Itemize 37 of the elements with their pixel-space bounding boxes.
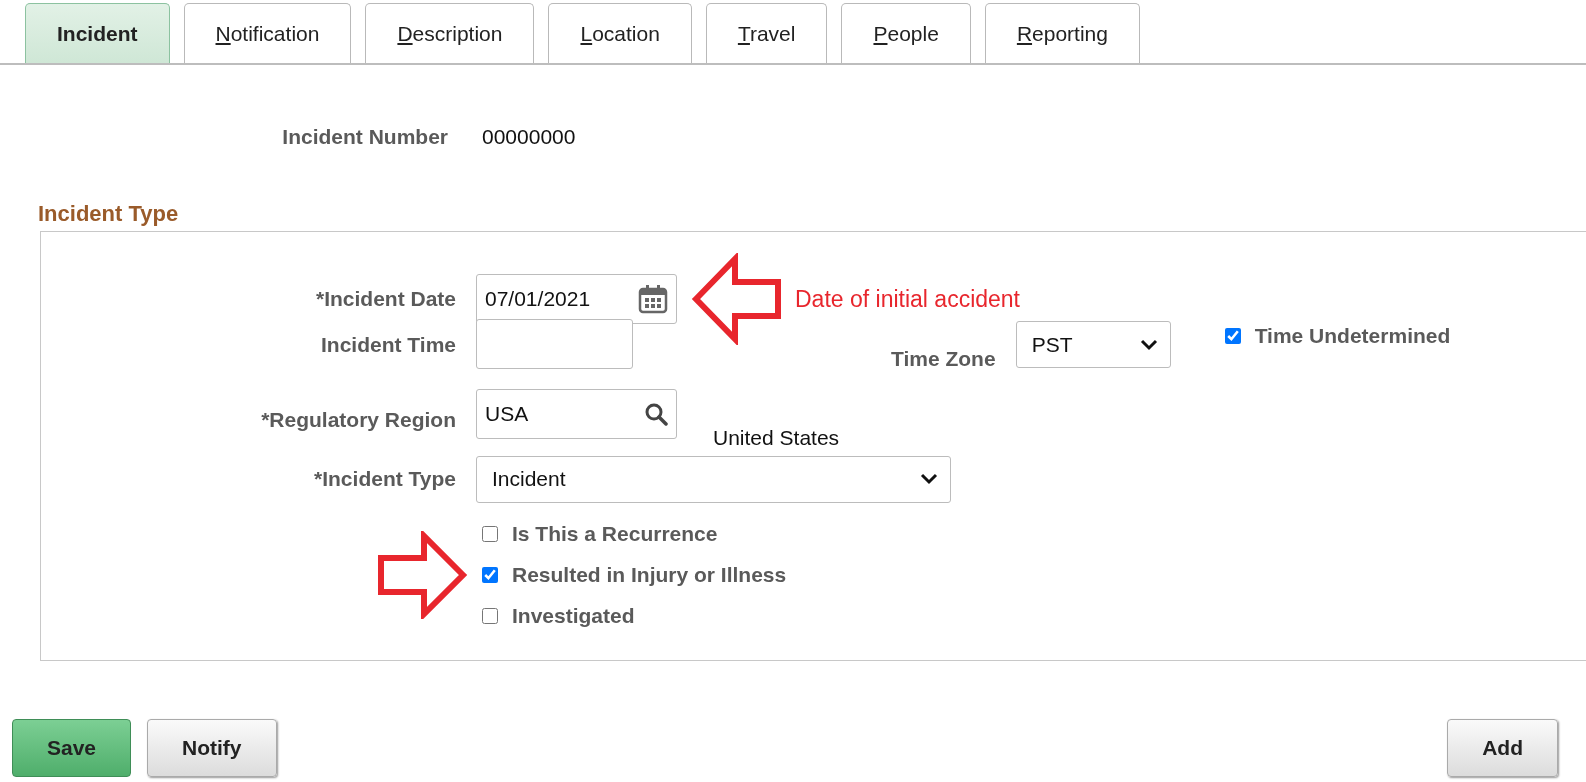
checkbox[interactable] bbox=[482, 525, 498, 542]
checkbox-label: Investigated bbox=[512, 603, 635, 628]
calendar-icon[interactable] bbox=[638, 284, 668, 314]
field-label: Time Zone bbox=[891, 347, 996, 371]
region-description: United States bbox=[713, 426, 840, 450]
field-label: *Incident Type bbox=[313, 467, 456, 491]
checkbox-label: Is This a Recurrence bbox=[512, 521, 718, 546]
chevron-down-icon bbox=[1139, 338, 1158, 351]
checkbox[interactable] bbox=[482, 566, 498, 583]
incident-number-value: 00000000 bbox=[482, 125, 577, 149]
search-icon[interactable] bbox=[644, 402, 668, 426]
action-button[interactable]: Save bbox=[12, 719, 132, 777]
tab[interactable]: Description bbox=[365, 3, 535, 63]
field-label: *Incident Date bbox=[314, 287, 456, 311]
field-label: *Regulatory Region bbox=[260, 407, 456, 432]
chevron-down-icon bbox=[920, 473, 938, 485]
date-field[interactable]: 07/01/2021 bbox=[476, 274, 677, 324]
incident-type-select[interactable]: Incident bbox=[476, 455, 951, 503]
field-label: Incident Number bbox=[281, 125, 448, 149]
field-label: Incident Time bbox=[320, 333, 456, 357]
annotation-text: Date of initial accident bbox=[795, 285, 1020, 313]
time-zone-select[interactable]: PST bbox=[1015, 321, 1171, 368]
region-field[interactable]: USA bbox=[476, 389, 677, 439]
tab[interactable]: Incident bbox=[25, 3, 170, 63]
action-button[interactable]: Add bbox=[1447, 719, 1558, 777]
tab[interactable]: Location bbox=[548, 3, 692, 63]
checkbox[interactable] bbox=[1224, 328, 1241, 344]
checkbox-label: Time Undetermined bbox=[1254, 324, 1451, 348]
checkbox[interactable] bbox=[482, 607, 498, 624]
section-heading: Incident Type bbox=[38, 201, 180, 228]
tab[interactable]: Notification bbox=[183, 3, 352, 63]
tab[interactable]: Travel bbox=[705, 3, 828, 63]
action-button[interactable]: Notify bbox=[147, 719, 277, 777]
tab[interactable]: People bbox=[841, 3, 971, 63]
time-field[interactable] bbox=[476, 319, 633, 369]
tab[interactable]: Reporting bbox=[984, 3, 1140, 63]
checkbox-label: Resulted in Injury or Illness bbox=[512, 562, 787, 587]
